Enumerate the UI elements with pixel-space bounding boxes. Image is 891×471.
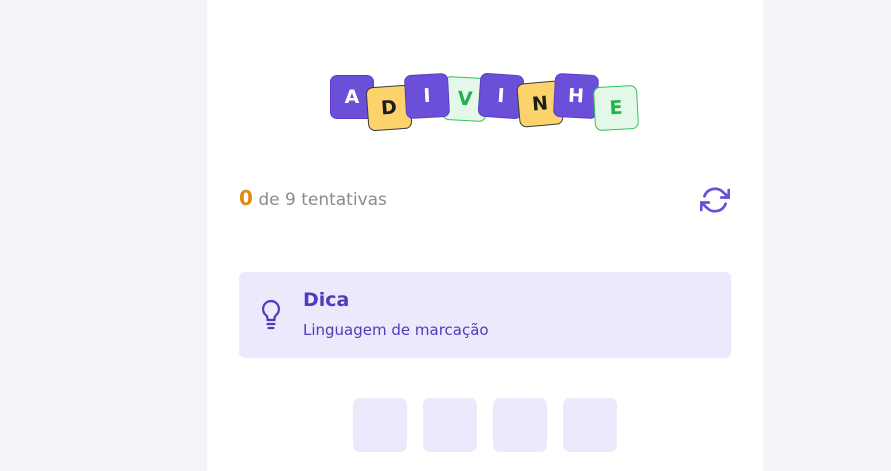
letter-slot[interactable] — [423, 398, 477, 452]
logo-tile: I — [403, 72, 451, 120]
letter-slot[interactable] — [563, 398, 617, 452]
refresh-icon — [699, 187, 731, 213]
restart-button[interactable] — [699, 185, 731, 215]
game-logo: A D V I I N H E — [207, 0, 763, 150]
hint-box: Dica Linguagem de marcação — [239, 272, 731, 358]
attempts-count: 0 — [239, 186, 253, 210]
hint-text: Linguagem de marcação — [303, 321, 489, 339]
letter-slot[interactable] — [353, 398, 407, 452]
letter-slot[interactable] — [493, 398, 547, 452]
logo-tile: E — [592, 84, 640, 132]
attempts-counter: 0 de 9 tentativas — [239, 186, 387, 210]
attempts-label: de 9 tentativas — [258, 190, 387, 210]
hint-title: Dica — [303, 289, 350, 311]
logo-tile: H — [552, 72, 600, 120]
game-card: A D V I I N H E 0 de 9 tentativas Dica L… — [207, 0, 763, 471]
lightbulb-icon — [261, 299, 281, 330]
answer-slots — [353, 398, 617, 452]
